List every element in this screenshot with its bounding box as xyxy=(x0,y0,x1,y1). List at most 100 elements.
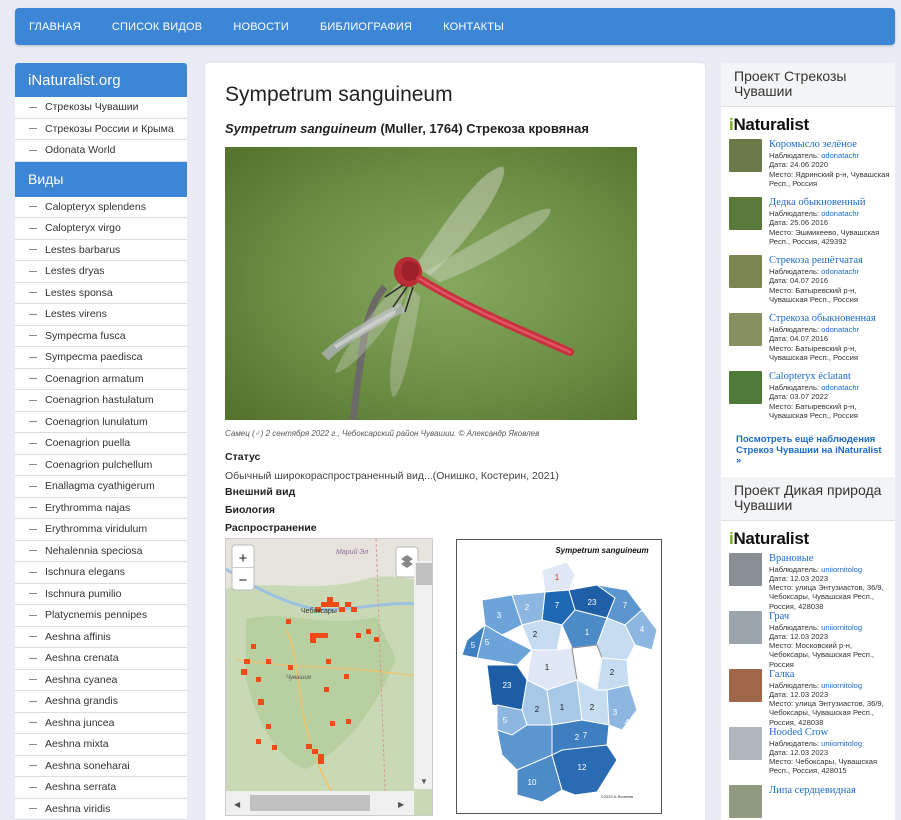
observer-link[interactable]: odonatachr xyxy=(821,325,859,334)
observation-item[interactable]: Calopteryx éclatant Наблюдатель: odonatac… xyxy=(721,369,895,427)
zoom-out-button[interactable]: − xyxy=(239,572,248,589)
species-link[interactable]: Coenagrion pulchellum xyxy=(15,454,187,476)
observer-link[interactable]: odonatachr xyxy=(821,267,859,276)
observation-item[interactable]: Дедка обыкновенный Наблюдатель: odonatach… xyxy=(721,195,895,253)
observation-info: Стрекоза решётчатая Наблюдатель: odonatac… xyxy=(769,255,895,309)
appearance-label[interactable]: Внешний вид xyxy=(225,486,295,498)
observation-item[interactable]: Стрекоза обыкновенная Наблюдатель: odonat… xyxy=(721,311,895,369)
species-link[interactable]: Aeshna soneharai xyxy=(15,755,187,777)
observer-label: Наблюдатель: xyxy=(769,564,822,574)
observation-thumbnail[interactable] xyxy=(729,313,762,346)
species-link[interactable]: Erythromma najas xyxy=(15,497,187,519)
species-link[interactable]: Coenagrion puella xyxy=(15,433,187,455)
species-link[interactable]: Calopteryx virgo xyxy=(15,218,187,240)
region-count: 3 xyxy=(613,708,618,717)
observation-title[interactable]: Галка xyxy=(769,669,895,681)
observation-thumbnail[interactable] xyxy=(729,371,762,404)
observation-info: Дедка обыкновенный Наблюдатель: odonatach… xyxy=(769,197,895,251)
nav-home[interactable]: ГЛАВНАЯ xyxy=(29,21,81,33)
observation-title[interactable]: Hooded Crow xyxy=(769,727,895,739)
species-link[interactable]: Sympecma paedisca xyxy=(15,347,187,369)
observation-thumbnail[interactable] xyxy=(729,255,762,288)
nav-contacts[interactable]: КОНТАКТЫ xyxy=(443,21,504,33)
observation-item[interactable]: Галка Наблюдатель: uniiornitolog Дата: 12.… xyxy=(721,667,895,727)
inaturalist-logo[interactable]: iNaturalist xyxy=(721,521,895,551)
species-link[interactable]: Coenagrion armatum xyxy=(15,368,187,390)
observation-thumbnail[interactable] xyxy=(729,784,762,818)
choropleth-map[interactable]: Sympetrum sanguineum 1 7 23 7 2 4 3 2 1 … xyxy=(456,539,662,814)
nav-species-list[interactable]: СПИСОК ВИДОВ xyxy=(112,21,202,33)
distribution-map[interactable]: Марий Эл Чебоксары Чувашия + − ▼ ◀ ▶ xyxy=(225,538,433,816)
observation-item[interactable]: Hooded Crow Наблюдатель: uniiornitolog Дат… xyxy=(721,725,895,783)
species-link[interactable]: Enallagma cyathigerum xyxy=(15,476,187,498)
species-link[interactable]: Erythromma viridulum xyxy=(15,519,187,541)
observation-item[interactable]: Липа сердцевидная xyxy=(721,783,895,820)
species-link[interactable]: Aeshna crenata xyxy=(15,648,187,670)
observation-thumbnail[interactable] xyxy=(729,197,762,230)
observations-list-2: Врановые Наблюдатель: uniiornitolog Дата: … xyxy=(721,551,895,820)
observation-item[interactable]: Врановые Наблюдатель: uniiornitolog Дата: … xyxy=(721,551,895,611)
observation-title[interactable]: Стрекоза решётчатая xyxy=(769,255,895,267)
species-link[interactable]: Coenagrion lunulatum xyxy=(15,411,187,433)
species-link[interactable]: Aeshna affinis xyxy=(15,626,187,648)
link-odonata-world[interactable]: Odonata World xyxy=(15,140,187,162)
link-chuvash-dragonflies[interactable]: Стрекозы Чувашии xyxy=(15,97,187,119)
species-link[interactable]: Aeshna grandis xyxy=(15,691,187,713)
observer-label: Наблюдатель: xyxy=(769,738,822,748)
observation-title[interactable]: Calopteryx éclatant xyxy=(769,371,895,383)
observation-thumbnail[interactable] xyxy=(729,139,762,172)
observation-thumbnail[interactable] xyxy=(729,726,762,760)
dragonfly-photo[interactable] xyxy=(225,147,637,420)
species-link[interactable]: Aeshna juncea xyxy=(15,712,187,734)
observer-link[interactable]: uniiornitolog xyxy=(821,681,862,690)
observer-label: Наблюдатель: xyxy=(769,622,822,632)
species-link[interactable]: Sympecma fusca xyxy=(15,325,187,347)
observer-link[interactable]: odonatachr xyxy=(821,383,859,392)
observation-item[interactable]: Коромысло зелёное Наблюдатель: odonatachr… xyxy=(721,137,895,195)
species-link[interactable]: Aeshna viridis xyxy=(15,798,187,820)
link-russia-crimea-dragonflies[interactable]: Стрекозы России и Крыма xyxy=(15,118,187,140)
observation-date: Дата: 12.03 2023 xyxy=(769,689,829,699)
region-count: 23 xyxy=(588,598,597,607)
observer-label: Наблюдатель: xyxy=(769,680,822,690)
nav-news[interactable]: НОВОСТИ xyxy=(233,21,289,33)
zoom-in-button[interactable]: + xyxy=(239,550,248,567)
observer-link[interactable]: odonatachr xyxy=(821,209,859,218)
species-link[interactable]: Nehalennia speciosa xyxy=(15,540,187,562)
species-link[interactable]: Ischnura elegans xyxy=(15,562,187,584)
nav-bibliography[interactable]: БИБЛИОГРАФИЯ xyxy=(320,21,412,33)
species-link[interactable]: Aeshna cyanea xyxy=(15,669,187,691)
species-link[interactable]: Platycnemis pennipes xyxy=(15,605,187,627)
species-link[interactable]: Calopteryx splendens xyxy=(15,196,187,218)
species-link[interactable]: Lestes barbarus xyxy=(15,239,187,261)
observation-place: Место: Батыревский р-н, Чувашская Респ.,… xyxy=(769,401,858,420)
observation-item[interactable]: Грач Наблюдатель: uniiornitolog Дата: 12.0… xyxy=(721,609,895,669)
observation-title[interactable]: Стрекоза обыкновенная xyxy=(769,313,895,325)
observation-item[interactable]: Стрекоза решётчатая Наблюдатель: odonatac… xyxy=(721,253,895,311)
species-link[interactable]: Aeshna mixta xyxy=(15,734,187,756)
species-link[interactable]: Lestes dryas xyxy=(15,261,187,283)
vertical-scrollbar[interactable] xyxy=(414,561,433,789)
species-link[interactable]: Aeshna serrata xyxy=(15,777,187,799)
observation-title[interactable]: Дедка обыкновенный xyxy=(769,197,895,209)
observation-title[interactable]: Липа сердцевидная xyxy=(769,785,856,797)
observer-link[interactable]: uniiornitolog xyxy=(821,623,862,632)
observation-title[interactable]: Коромысло зелёное xyxy=(769,139,895,151)
observation-thumbnail[interactable] xyxy=(729,552,762,586)
observer-link[interactable]: uniiornitolog xyxy=(821,565,862,574)
observation-title[interactable]: Врановые xyxy=(769,553,895,565)
species-link[interactable]: Lestes virens xyxy=(15,304,187,326)
observation-thumbnail[interactable] xyxy=(729,610,762,644)
observer-link[interactable]: odonatachr xyxy=(821,151,859,160)
more-observations-link[interactable]: Посмотреть ещё наблюдения Стрекоз Чуваши… xyxy=(721,427,895,477)
observation-date: Дата: 04.07 2016 xyxy=(769,276,829,286)
observer-link[interactable]: uniiornitolog xyxy=(821,739,862,748)
species-link[interactable]: Coenagrion hastulatum xyxy=(15,390,187,412)
species-link[interactable]: Ischnura pumilio xyxy=(15,583,187,605)
observation-thumbnail[interactable] xyxy=(729,668,762,702)
species-link[interactable]: Lestes sponsa xyxy=(15,282,187,304)
observation-title[interactable]: Грач xyxy=(769,611,895,623)
biology-label[interactable]: Биология xyxy=(225,504,275,516)
inaturalist-logo[interactable]: iNaturalist xyxy=(721,107,895,137)
observation-place: Место: улица Энтузиастов, 36/9, Чебоксар… xyxy=(769,699,884,727)
